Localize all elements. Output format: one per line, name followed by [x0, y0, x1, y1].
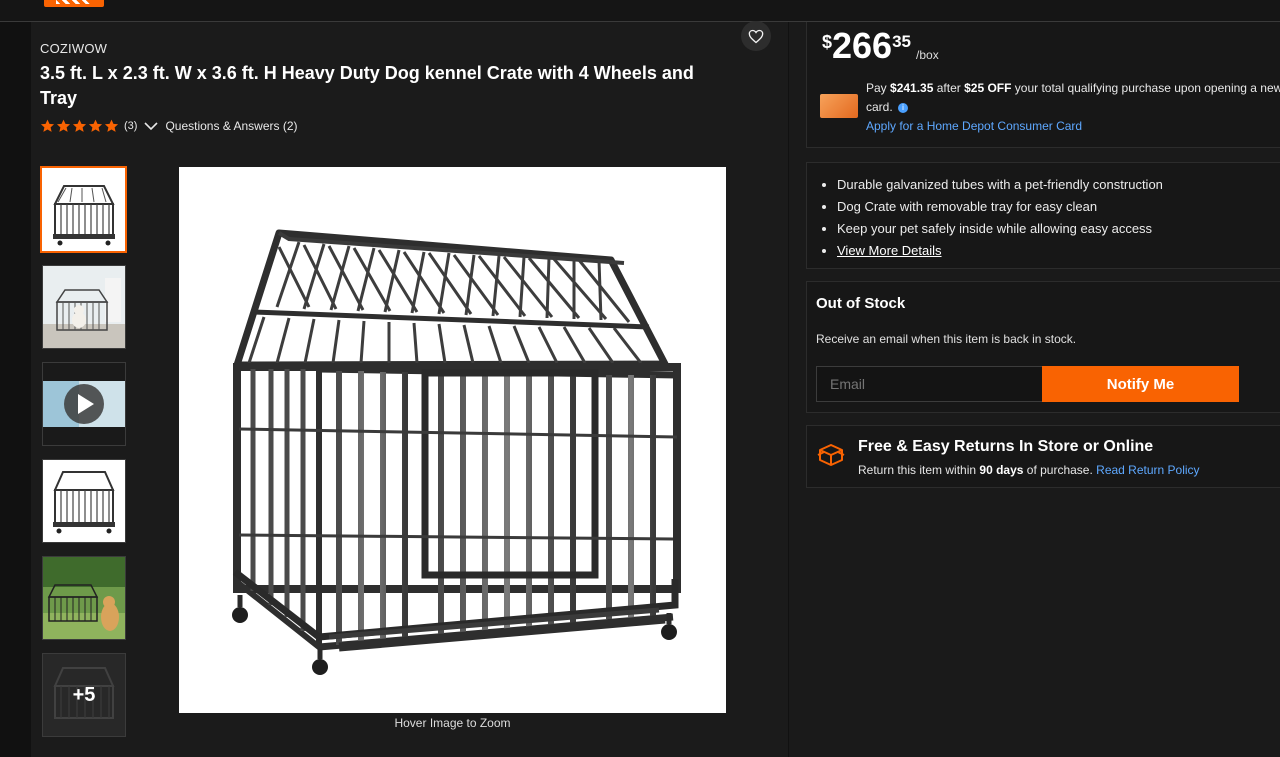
price-card: $ 266 35 /box Pay $241.35 after $25 OFF … [806, 22, 1280, 148]
star-icon [88, 119, 103, 132]
stock-card: Out of Stock Receive an email when this … [806, 281, 1280, 413]
feature-item: Durable galvanized tubes with a pet-frie… [837, 174, 1163, 196]
review-count[interactable]: (3) [124, 120, 137, 132]
apply-card-link[interactable]: Apply for a Home Depot Consumer Card [866, 119, 1082, 133]
price-unit: /box [916, 48, 939, 62]
price-whole: 266 [832, 25, 893, 66]
kennel-room-thumbnail-image [43, 266, 125, 348]
stock-message: Receive an email when this item is back … [816, 332, 1077, 346]
offer-prefix: Pay [866, 81, 891, 95]
video-thumbnail-image [43, 363, 125, 445]
heart-icon [748, 29, 764, 43]
credit-card-icon [820, 94, 858, 118]
questions-answers-link[interactable]: Questions & Answers (2) [165, 119, 297, 133]
thumbnail-2[interactable] [42, 265, 126, 349]
rating-summary[interactable]: (3) Questions & Answers (2) [40, 117, 298, 135]
returns-card: Free & Easy Returns In Store or Online R… [806, 425, 1280, 488]
email-input[interactable] [816, 366, 1044, 402]
thumbnail-1[interactable] [40, 166, 127, 253]
more-images-count: +5 [43, 654, 125, 736]
favorite-button[interactable] [741, 21, 771, 51]
notify-me-button[interactable]: Notify Me [1042, 366, 1239, 402]
feature-item: Dog Crate with removable tray for easy c… [837, 196, 1163, 218]
feature-item: Keep your pet safely inside while allowi… [837, 218, 1163, 240]
kennel-garden-thumbnail-image [43, 557, 125, 639]
return-policy-link[interactable]: Read Return Policy [1096, 463, 1199, 477]
thumbnail-video[interactable] [42, 362, 126, 446]
returns-text: Return this item within 90 days of purch… [858, 463, 1200, 477]
star-icon [40, 119, 55, 132]
product-brand[interactable]: COZIWOW [40, 41, 107, 56]
return-box-icon [816, 442, 846, 473]
thumbnail-more[interactable]: +5 [42, 653, 126, 737]
main-product-image[interactable] [179, 167, 726, 713]
info-icon[interactable]: i [898, 102, 909, 113]
price-currency: $ [822, 32, 833, 52]
product-title: 3.5 ft. L x 2.3 ft. W x 3.6 ft. H Heavy … [40, 63, 694, 108]
top-header-bar [0, 0, 1280, 22]
view-more-details-link[interactable]: View More Details [837, 243, 942, 258]
features-card: Durable galvanized tubes with a pet-frie… [806, 162, 1280, 269]
feature-list: Durable galvanized tubes with a pet-frie… [821, 174, 1163, 262]
star-icon [104, 119, 119, 132]
thumbnail-4[interactable] [42, 556, 126, 640]
offer-discount: $25 OFF [964, 81, 1012, 95]
returns-prefix: Return this item within [858, 463, 980, 477]
star-icon [72, 119, 87, 132]
kennel-thumbnail-image [53, 185, 115, 246]
rating-stars [40, 119, 119, 133]
returns-title: Free & Easy Returns In Store or Online [858, 438, 1154, 455]
offer-middle: after [933, 81, 965, 95]
thumbnail-3[interactable] [42, 459, 126, 543]
returns-days: 90 days [979, 463, 1024, 477]
returns-suffix: of purchase. [1023, 463, 1097, 477]
credit-offer: Pay $241.35 after $25 OFF your total qua… [866, 79, 1280, 136]
offer-amount: $241.35 [890, 81, 934, 95]
hover-zoom-hint: Hover Image to Zoom [394, 716, 511, 730]
feature-item-link: View More Details [837, 240, 1163, 262]
chevron-down-icon[interactable] [144, 121, 159, 131]
kennel-side-thumbnail-image [43, 460, 125, 542]
price-cents: 35 [892, 32, 912, 51]
price-display: $ 266 35 /box [822, 24, 939, 68]
stock-status: Out of Stock [816, 295, 906, 312]
star-icon [56, 119, 71, 132]
home-depot-logo[interactable] [44, 0, 104, 7]
dog-kennel-crate-image [232, 229, 681, 675]
